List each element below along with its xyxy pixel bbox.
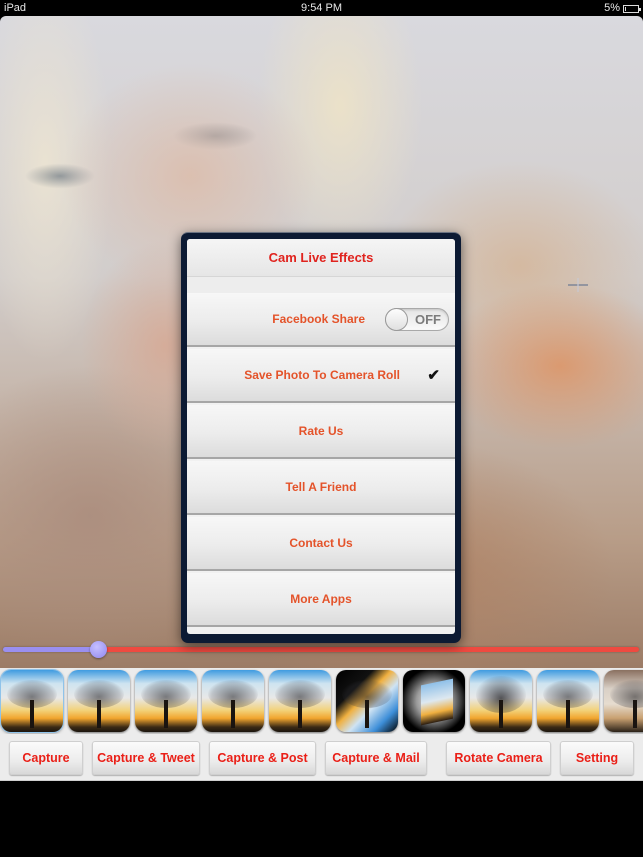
battery-icon: [623, 4, 641, 13]
effect-slider[interactable]: [3, 641, 639, 658]
effect-thumbnail-effect-4[interactable]: [202, 670, 264, 732]
rotate-camera-button[interactable]: Rotate Camera: [446, 741, 551, 775]
tree-trunk-icon: [365, 700, 369, 728]
effect-thumbnail-effect-5[interactable]: [269, 670, 331, 732]
setting-tell-a-friend[interactable]: Tell A Friend: [187, 461, 455, 515]
setting-label: More Apps: [290, 592, 352, 606]
capture-tweet-button[interactable]: Capture & Tweet: [92, 741, 200, 775]
section-spacer: [187, 277, 455, 293]
toggle-state-text: OFF: [415, 312, 441, 327]
tree-trunk-icon: [633, 700, 637, 728]
focus-crosshair-icon: [568, 278, 588, 292]
capture-mail-button[interactable]: Capture & Mail: [325, 741, 427, 775]
effect-thumbnail-normal[interactable]: [1, 670, 63, 732]
effects-strip[interactable]: [0, 668, 643, 734]
battery-level: [625, 6, 626, 11]
popover-title: Cam Live Effects: [187, 239, 455, 277]
toggle-knob: [385, 308, 408, 331]
effect-thumbnail-effect-9[interactable]: [537, 670, 599, 732]
setting-label: Save Photo To Camera Roll: [244, 368, 400, 382]
setting-save-to-camera-roll[interactable]: Save Photo To Camera Roll ✔: [187, 349, 455, 403]
setting-facebook-share: Facebook Share OFF: [187, 293, 455, 347]
battery-indicator: 5%: [604, 0, 641, 16]
tree-trunk-icon: [164, 700, 168, 728]
tree-trunk-icon: [97, 700, 101, 728]
setting-label: Facebook Share: [272, 312, 365, 326]
capture-button[interactable]: Capture: [9, 741, 83, 775]
tree-trunk-icon: [30, 700, 34, 728]
setting-label: Rate Us: [298, 424, 344, 438]
tree-trunk-icon: [499, 700, 503, 728]
effect-thumbnail-effect-2[interactable]: [68, 670, 130, 732]
setting-button[interactable]: Setting: [560, 741, 634, 775]
clock: 9:54 PM: [301, 2, 342, 14]
effect-thumbnail-sepia[interactable]: [604, 670, 643, 732]
tree-trunk-icon: [231, 700, 235, 728]
slider-track-max: [98, 647, 639, 652]
checkmark-icon: ✔: [427, 367, 440, 384]
capture-post-button[interactable]: Capture & Post: [209, 741, 316, 775]
setting-more-apps[interactable]: More Apps: [187, 573, 455, 627]
setting-rate-us[interactable]: Rate Us: [187, 405, 455, 459]
settings-list: Cam Live Effects Facebook Share OFF Save…: [187, 239, 455, 634]
setting-label: Contact Us: [289, 536, 353, 550]
cube-panel-icon: [421, 678, 453, 726]
settings-popover: Cam Live Effects Facebook Share OFF Save…: [181, 232, 461, 643]
action-toolbar: Capture Capture & Tweet Capture & Post C…: [0, 734, 643, 781]
effect-thumbnail-effect-3[interactable]: [135, 670, 197, 732]
slider-track-min: [3, 647, 98, 652]
tree-trunk-icon: [298, 700, 302, 728]
facebook-share-toggle[interactable]: OFF: [385, 308, 449, 331]
status-bar: iPad 9:54 PM 5%: [0, 0, 643, 16]
effect-thumbnail-blur[interactable]: [470, 670, 532, 732]
setting-label: Tell A Friend: [285, 480, 357, 494]
effect-thumbnail-cube[interactable]: [403, 670, 465, 732]
effect-thumbnail-kaleido[interactable]: [336, 670, 398, 732]
battery-percent: 5%: [604, 2, 620, 14]
slider-thumb[interactable]: [90, 641, 107, 658]
setting-contact-us[interactable]: Contact Us: [187, 517, 455, 571]
tree-canopy-icon: [610, 679, 643, 708]
tree-trunk-icon: [566, 700, 570, 728]
